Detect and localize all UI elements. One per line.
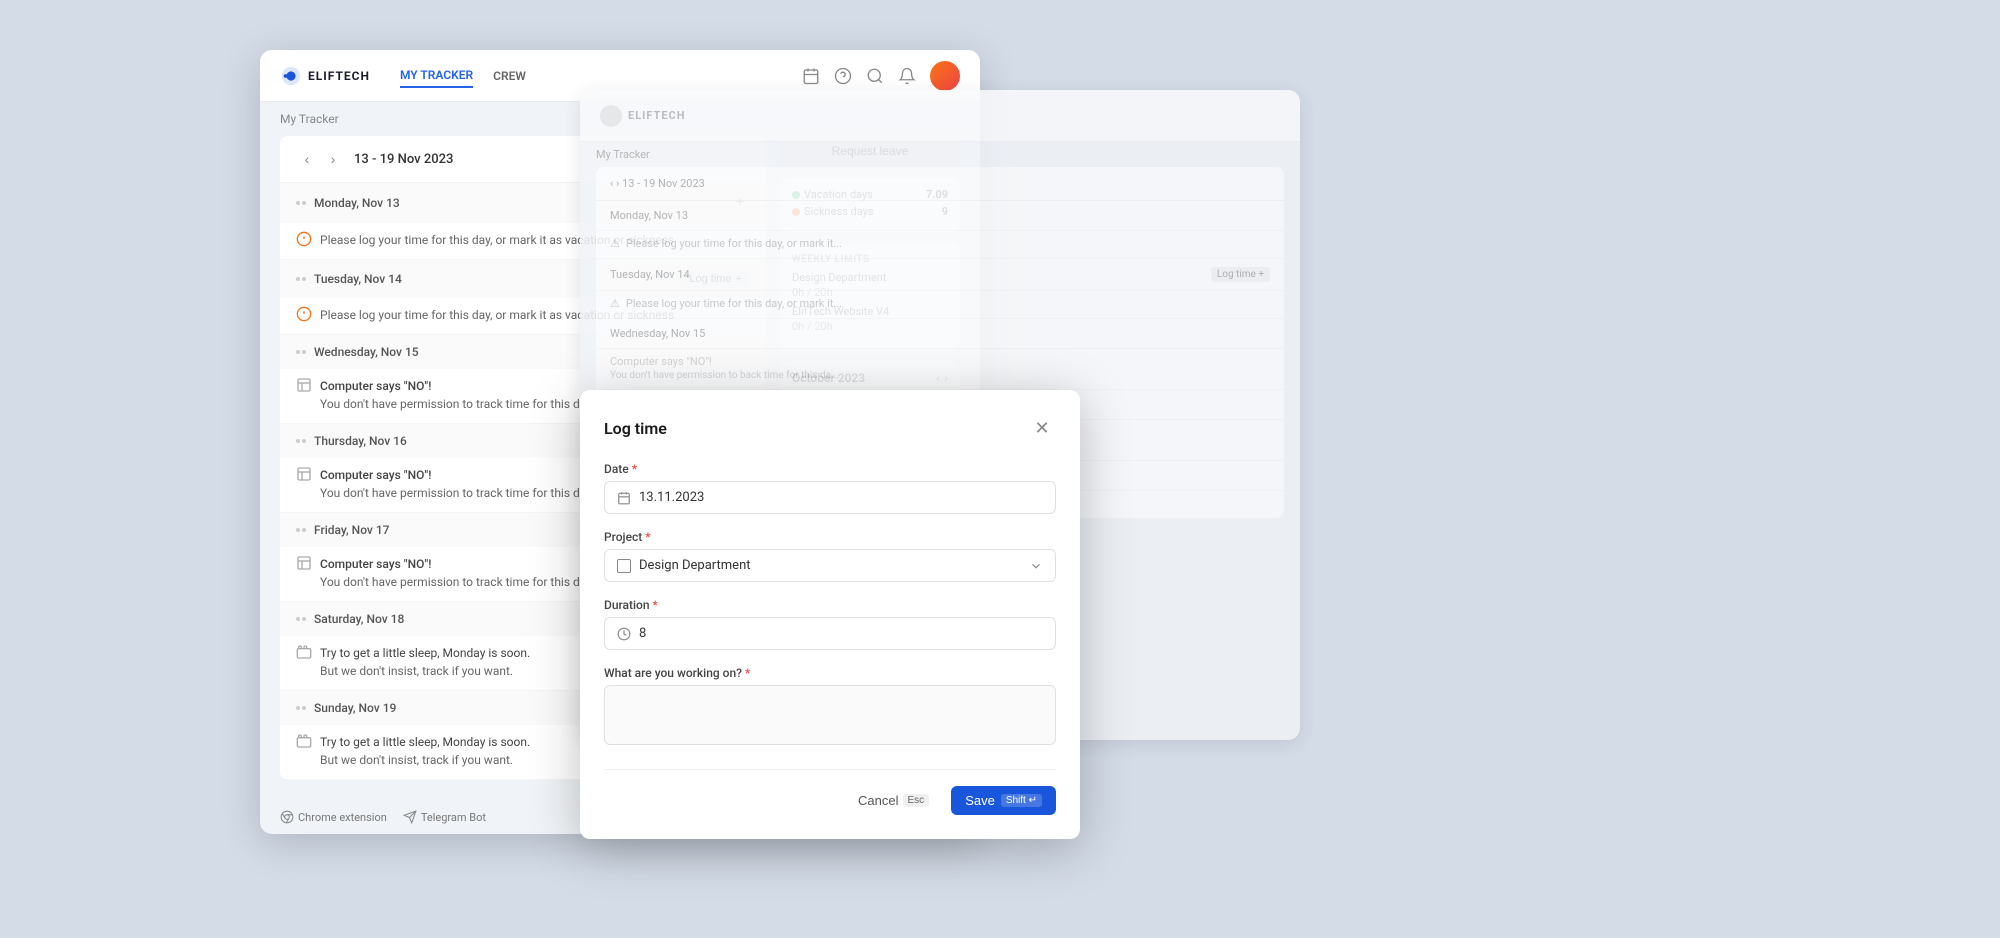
duration-value: 8 <box>639 626 646 641</box>
project-icon <box>617 559 631 573</box>
friday-msg-sub: You don't have permission to track time … <box>320 573 592 591</box>
wednesday-msg-sub: You don't have permission to track time … <box>320 395 592 413</box>
thursday-msg-sub: You don't have permission to track time … <box>320 484 592 502</box>
prev-week-button[interactable]: ‹ <box>296 148 318 170</box>
weekend-icon-2 <box>296 733 312 749</box>
working-on-group: What are you working on? * <box>604 666 1056 749</box>
help-icon[interactable] <box>834 67 852 85</box>
week-nav: ‹ › <box>296 148 344 170</box>
working-on-input[interactable] <box>604 685 1056 745</box>
notification-icon[interactable] <box>898 67 916 85</box>
chrome-label: Chrome extension <box>298 811 387 824</box>
chrome-icon <box>280 810 294 824</box>
log-time-modal: Log time ✕ Date * 13.11.2023 Project * D… <box>580 390 1080 839</box>
duration-input[interactable]: 8 <box>604 617 1056 650</box>
calendar-icon[interactable] <box>802 67 820 85</box>
nav-crew[interactable]: CREW <box>493 65 526 87</box>
date-value: 13.11.2023 <box>639 490 704 505</box>
telegram-label: Telegram Bot <box>421 811 486 824</box>
save-label: Save <box>965 793 995 808</box>
esc-badge: Esc <box>903 794 930 807</box>
modal-close-button[interactable]: ✕ <box>1028 414 1056 442</box>
telegram-icon <box>403 810 417 824</box>
search-icon[interactable] <box>866 67 884 85</box>
modal-overlay: Log time ✕ Date * 13.11.2023 Project * D… <box>580 390 1080 839</box>
shift-badge: Shift ↵ <box>1001 794 1042 807</box>
working-on-label: What are you working on? * <box>604 666 1056 680</box>
bg-topbar: ELIFTECH <box>580 90 1300 142</box>
date-field-group: Date * 13.11.2023 <box>604 462 1056 514</box>
wednesday-msg-title: Computer says "NO"! <box>320 377 592 395</box>
logo-text: ELIFTECH <box>308 69 370 83</box>
blocked-icon-3 <box>296 555 312 571</box>
chrome-extension-link[interactable]: Chrome extension <box>280 810 387 824</box>
blocked-icon <box>296 377 312 393</box>
cancel-button[interactable]: Cancel Esc <box>846 787 941 814</box>
weekend-icon <box>296 644 312 660</box>
date-input[interactable]: 13.11.2023 <box>604 481 1056 514</box>
warning-icon <box>296 231 312 247</box>
duration-field-group: Duration * 8 <box>604 598 1056 650</box>
sunday-msg-2: But we don't insist, track if you want. <box>320 751 530 769</box>
calendar-input-icon <box>617 491 631 505</box>
next-week-button[interactable]: › <box>322 148 344 170</box>
duration-label: Duration * <box>604 598 1056 612</box>
warning-icon-2 <box>296 306 312 322</box>
sunday-msg-1: Try to get a little sleep, Monday is soo… <box>320 733 530 751</box>
saturday-msg-2: But we don't insist, track if you want. <box>320 662 530 680</box>
telegram-bot-link[interactable]: Telegram Bot <box>403 810 486 824</box>
logo-icon <box>280 65 302 87</box>
friday-msg-title: Computer says "NO"! <box>320 555 592 573</box>
save-button[interactable]: Save Shift ↵ <box>951 786 1056 815</box>
topbar-right <box>802 61 960 91</box>
project-value: Design Department <box>639 558 751 573</box>
project-label: Project * <box>604 530 1056 544</box>
week-range: 13 - 19 Nov 2023 <box>354 152 453 167</box>
modal-title: Log time <box>604 419 667 438</box>
clock-icon <box>617 627 631 641</box>
logo-area: ELIFTECH <box>280 65 370 87</box>
project-select[interactable]: Design Department <box>604 549 1056 582</box>
user-avatar[interactable] <box>930 61 960 91</box>
date-label: Date * <box>604 462 1056 476</box>
modal-footer: Cancel Esc Save Shift ↵ <box>604 769 1056 815</box>
cancel-label: Cancel <box>858 793 898 808</box>
chevron-down-icon <box>1029 559 1043 573</box>
saturday-msg-1: Try to get a little sleep, Monday is soo… <box>320 644 530 662</box>
thursday-msg-title: Computer says "NO"! <box>320 466 592 484</box>
modal-header: Log time ✕ <box>604 414 1056 442</box>
nav-tracker[interactable]: MY TRACKER <box>400 64 473 88</box>
project-field-group: Project * Design Department <box>604 530 1056 582</box>
blocked-icon-2 <box>296 466 312 482</box>
